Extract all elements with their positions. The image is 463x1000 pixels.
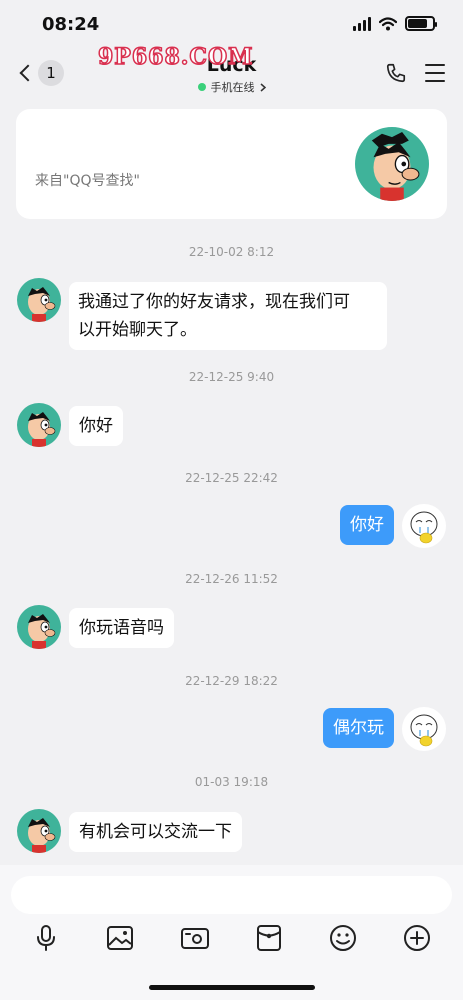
message-timestamp: 22-12-25 9:40	[188, 370, 275, 384]
contact-avatar[interactable]	[17, 605, 61, 649]
source-label: 来自"QQ号查找"	[35, 173, 140, 189]
message-timestamp: 22-12-29 18:22	[185, 674, 278, 688]
contact-avatar-large[interactable]	[355, 127, 429, 201]
self-avatar[interactable]	[402, 707, 446, 751]
message-timestamp: 22-12-25 22:42	[185, 471, 278, 485]
contact-avatar[interactable]	[17, 809, 61, 853]
status-icons	[353, 16, 437, 31]
phone-call-icon[interactable]	[385, 62, 407, 84]
cellular-signal-icon	[353, 16, 371, 31]
message-bubble-sent[interactable]: 偶尔玩	[323, 708, 394, 748]
presence-label: 手机在线	[210, 81, 255, 94]
message-bubble-received[interactable]: 我通过了你的好友请求，现在我们可 以开始聊天了。	[69, 282, 387, 350]
wifi-icon	[379, 16, 397, 30]
message-input[interactable]	[11, 876, 452, 914]
source-card: 来自"QQ号查找"	[16, 109, 447, 219]
message-timestamp: 01-03 19:18	[194, 775, 269, 789]
emoji-icon[interactable]	[328, 923, 358, 953]
menu-button[interactable]	[425, 64, 445, 88]
plus-icon[interactable]	[402, 923, 432, 953]
message-bubble-received[interactable]: 你玩语音吗	[69, 608, 174, 648]
image-icon[interactable]	[105, 923, 135, 953]
watermark-text: 9P668.COM	[97, 43, 254, 71]
message-bubble-sent[interactable]: 你好	[340, 505, 394, 545]
input-toolbar	[0, 923, 463, 953]
battery-icon	[405, 16, 437, 31]
microphone-icon[interactable]	[31, 923, 61, 953]
home-indicator[interactable]	[149, 985, 315, 990]
message-text-line: 我通过了你的好友请求，现在我们可	[78, 292, 350, 312]
message-text-line: 以开始聊天了。	[78, 320, 197, 340]
chevron-right-icon	[260, 82, 266, 92]
message-bubble-received[interactable]: 你好	[69, 406, 123, 446]
contact-avatar[interactable]	[17, 403, 61, 447]
input-area	[0, 865, 463, 1000]
camera-icon[interactable]	[180, 923, 210, 953]
status-time: 08:24	[42, 14, 100, 35]
contact-avatar[interactable]	[17, 278, 61, 322]
status-bar: 08:24	[0, 0, 463, 48]
online-dot-icon	[197, 83, 206, 91]
message-timestamp: 22-10-02 8:12	[188, 245, 275, 259]
red-packet-icon[interactable]	[254, 923, 284, 953]
self-avatar[interactable]	[402, 504, 446, 548]
message-bubble-received[interactable]: 有机会可以交流一下	[69, 812, 242, 852]
message-timestamp: 22-12-26 11:52	[185, 572, 278, 586]
